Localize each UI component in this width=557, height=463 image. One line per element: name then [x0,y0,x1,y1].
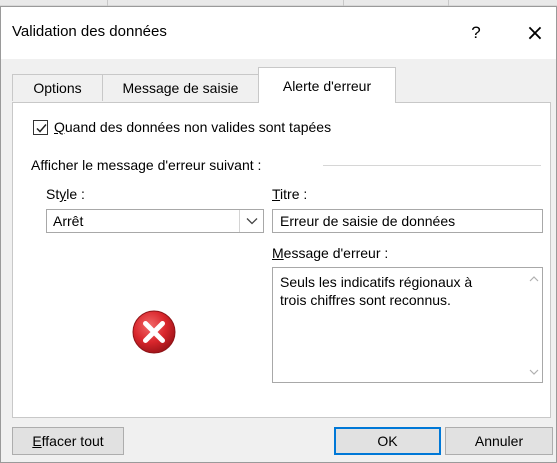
data-validation-dialog: Validation des données ? × Options Messa… [0,6,557,463]
checkmark-icon [36,123,47,133]
title-label: Titre : [272,186,308,202]
title-bar: Validation des données ? × [1,7,556,59]
scroll-down-icon[interactable] [525,363,542,380]
close-icon: × [525,20,545,46]
error-stop-icon [132,310,176,354]
ok-button[interactable]: OK [334,427,441,455]
close-button[interactable]: × [515,17,555,49]
chevron-down-icon[interactable] [239,210,263,232]
show-error-checkbox-label: Quand des données non valides sont tapée… [54,119,332,135]
error-message-textarea[interactable]: Seuls les indicatifs régionaux à trois c… [272,267,543,383]
style-select[interactable]: Arrêt [46,209,264,233]
tab-error-alert[interactable]: Alerte d'erreur [258,67,396,103]
group-divider [323,165,541,166]
show-error-checkbox[interactable] [33,119,48,135]
scroll-up-icon[interactable] [525,270,542,287]
tab-options[interactable]: Options [12,74,103,101]
tab-input-message[interactable]: Message de saisie [102,74,259,101]
dialog-title: Validation des données [12,23,167,40]
title-input[interactable]: Erreur de saisie de données [272,209,543,233]
group-label: Afficher le message d'erreur suivant : [31,157,262,173]
style-select-value: Arrêt [53,213,84,229]
help-button[interactable]: ? [456,17,496,49]
error-alert-panel: Quand des données non valides sont tapée… [12,102,551,418]
message-scrollbar[interactable] [525,268,542,382]
style-label: Style : [46,186,85,202]
message-label: Message d'erreur : [272,245,389,261]
error-message-text: Seuls les indicatifs régionaux à trois c… [280,274,473,308]
cancel-button[interactable]: Annuler [445,427,553,455]
clear-all-button[interactable]: Effacer tout [12,427,124,455]
show-error-checkbox-row[interactable]: Quand des données non valides sont tapée… [33,119,331,135]
